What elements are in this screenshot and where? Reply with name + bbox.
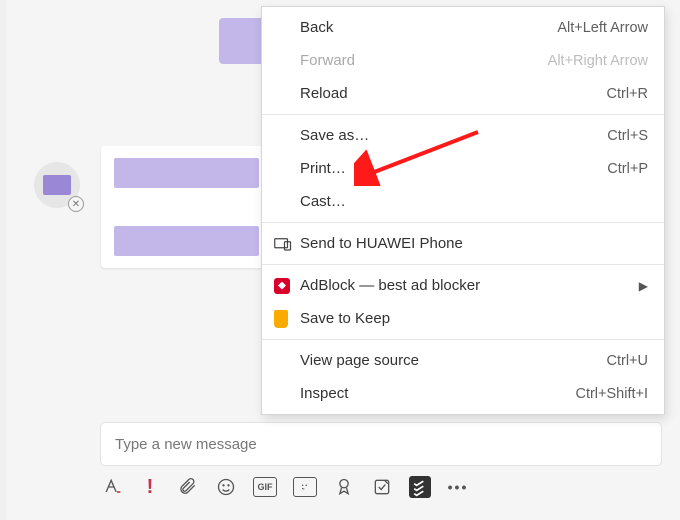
menu-save-to-keep[interactable]: Save to Keep — [262, 302, 664, 335]
menu-separator — [262, 114, 664, 115]
message-card[interactable] — [101, 146, 267, 268]
menu-inspect[interactable]: Inspect Ctrl+Shift+I — [262, 377, 664, 410]
menu-item-label: Save to Keep — [300, 310, 648, 327]
menu-item-shortcut: Ctrl+S — [607, 128, 648, 144]
more-icon[interactable]: ••• — [447, 476, 469, 498]
menu-separator — [262, 339, 664, 340]
compose-toolbar: ! GIF ••• — [101, 476, 469, 498]
attach-icon[interactable] — [177, 476, 199, 498]
menu-item-label: View page source — [300, 352, 607, 369]
adblock-icon — [274, 278, 300, 294]
priority-icon[interactable]: ! — [139, 476, 161, 498]
menu-item-label: Save as… — [300, 127, 607, 144]
menu-back[interactable]: Back Alt+Left Arrow — [262, 11, 664, 44]
menu-item-label: Inspect — [300, 385, 575, 402]
chevron-right-icon: ▶ — [639, 279, 648, 293]
menu-item-label: AdBlock — best ad blocker — [300, 277, 639, 294]
compose-box[interactable] — [101, 423, 661, 465]
menu-item-label: Cast… — [300, 193, 648, 210]
menu-item-label: Send to HUAWEI Phone — [300, 235, 648, 252]
sticker-icon[interactable] — [293, 477, 317, 497]
menu-item-shortcut: Alt+Left Arrow — [557, 20, 648, 36]
menu-item-shortcut: Ctrl+Shift+I — [575, 386, 648, 402]
menu-view-source[interactable]: View page source Ctrl+U — [262, 344, 664, 377]
menu-separator — [262, 264, 664, 265]
menu-cast[interactable]: Cast… — [262, 185, 664, 218]
praise-icon[interactable] — [333, 476, 355, 498]
redacted-text — [114, 158, 259, 188]
menu-adblock[interactable]: AdBlock — best ad blocker ▶ — [262, 269, 664, 302]
message-bubble-peek — [219, 18, 267, 64]
menu-forward[interactable]: Forward Alt+Right Arrow — [262, 44, 664, 77]
menu-item-label: Reload — [300, 85, 607, 102]
remove-icon[interactable]: ✕ — [68, 196, 84, 212]
keep-icon — [274, 310, 300, 328]
menu-item-shortcut: Alt+Right Arrow — [548, 53, 648, 69]
redacted-text — [114, 226, 259, 256]
devices-icon — [274, 237, 300, 251]
emoji-icon[interactable] — [215, 476, 237, 498]
menu-item-label: Forward — [300, 52, 548, 69]
approvals-icon[interactable] — [371, 476, 393, 498]
menu-item-label: Back — [300, 19, 557, 36]
menu-separator — [262, 222, 664, 223]
menu-send-to-huawei[interactable]: Send to HUAWEI Phone — [262, 227, 664, 260]
menu-save-as[interactable]: Save as… Ctrl+S — [262, 119, 664, 152]
avatar[interactable]: ✕ — [34, 162, 80, 208]
context-menu: Back Alt+Left Arrow Forward Alt+Right Ar… — [261, 6, 665, 415]
todoist-icon[interactable] — [409, 476, 431, 498]
format-icon[interactable] — [101, 476, 123, 498]
menu-print[interactable]: Print… Ctrl+P — [262, 152, 664, 185]
menu-item-shortcut: Ctrl+U — [607, 353, 649, 369]
gif-icon[interactable]: GIF — [253, 477, 277, 497]
menu-item-label: Print… — [300, 160, 607, 177]
message-input[interactable] — [115, 436, 647, 453]
menu-reload[interactable]: Reload Ctrl+R — [262, 77, 664, 110]
menu-item-shortcut: Ctrl+P — [607, 161, 648, 177]
menu-item-shortcut: Ctrl+R — [607, 86, 649, 102]
